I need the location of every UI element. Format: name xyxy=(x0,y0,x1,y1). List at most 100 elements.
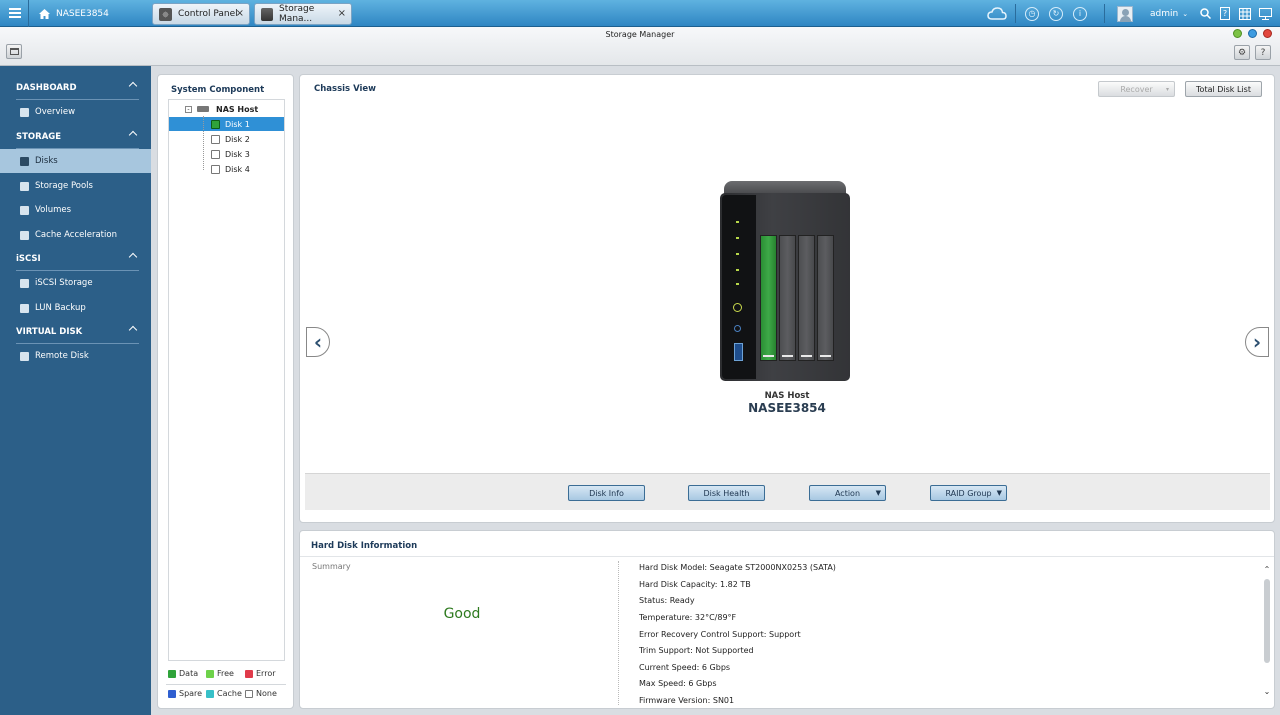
scroll-up-icon[interactable]: ⌃ xyxy=(1262,565,1272,575)
cache-icon xyxy=(20,230,29,240)
disk-health-button[interactable]: Disk Health xyxy=(688,485,765,501)
overview-icon xyxy=(20,107,29,117)
gear-icon xyxy=(159,7,172,21)
sidebar-item-remote-disk[interactable]: Remote Disk xyxy=(0,344,151,368)
status-led xyxy=(736,221,739,223)
cloud-button[interactable] xyxy=(987,0,1007,27)
maximize-button[interactable] xyxy=(1248,29,1257,38)
language-button[interactable] xyxy=(1239,0,1251,27)
next-device-button[interactable]: › xyxy=(1245,327,1269,357)
scrollbar-thumb[interactable] xyxy=(1264,579,1270,663)
info-max-speed: Max Speed: 6 Gbps xyxy=(639,679,717,688)
close-window-button[interactable] xyxy=(1263,29,1272,38)
search-icon xyxy=(1200,8,1211,19)
info-scrollbar[interactable]: ⌃ ⌄ xyxy=(1262,565,1272,700)
collapse-icon xyxy=(128,130,138,140)
disk-icon xyxy=(211,134,220,144)
tab-control-panel[interactable]: Control Panel × xyxy=(152,3,250,25)
cloud-icon xyxy=(987,7,1007,20)
tab-label: Storage Mana... xyxy=(279,4,315,24)
raid-group-dropdown[interactable]: RAID Group ▼ xyxy=(930,485,1007,501)
tree-node-label: Disk 3 xyxy=(225,149,250,159)
action-dropdown[interactable]: Action ▼ xyxy=(809,485,886,501)
dashboard-button[interactable] xyxy=(1259,0,1272,27)
user-menu[interactable]: admin ⌄ xyxy=(1150,0,1188,27)
info-button[interactable]: i xyxy=(1073,0,1087,27)
legend-label: Cache xyxy=(217,689,242,698)
storage-icon xyxy=(261,7,274,21)
title-divider xyxy=(300,556,1274,557)
chevron-down-icon: ⌄ xyxy=(1182,9,1189,18)
sidebar-item-label: LUN Backup xyxy=(35,303,86,313)
total-disk-list-button[interactable]: Total Disk List xyxy=(1185,81,1262,97)
sidebar-item-overview[interactable]: Overview xyxy=(0,100,151,124)
legend-spare: Spare xyxy=(168,689,202,698)
status-led xyxy=(736,253,739,255)
disk-bay-4[interactable] xyxy=(817,235,834,361)
legend-label: None xyxy=(256,689,277,698)
nas-device-image[interactable] xyxy=(720,181,850,381)
disk-bay-3[interactable] xyxy=(798,235,815,361)
sidebar-section-storage[interactable]: STORAGE xyxy=(16,125,139,149)
home-button[interactable]: NASEE3854 xyxy=(31,0,147,27)
search-button[interactable] xyxy=(1200,0,1211,27)
disk-icon xyxy=(211,164,220,174)
sidebar-section-iscsi[interactable]: iSCSI xyxy=(16,247,139,271)
gear-icon: ⚙ xyxy=(1237,47,1247,58)
bay-handle xyxy=(782,355,793,357)
main-menu-button[interactable] xyxy=(0,0,29,27)
sidebar-item-label: Cache Acceleration xyxy=(35,230,117,240)
tree-node-disk-2[interactable]: Disk 2 xyxy=(169,132,284,146)
disk-icon xyxy=(211,119,220,129)
help-button[interactable]: ? xyxy=(1220,0,1230,27)
sync-button[interactable]: ↻ xyxy=(1049,0,1063,27)
collapse-toggle-icon[interactable]: - xyxy=(185,105,192,113)
tree-node-disk-3[interactable]: Disk 3 xyxy=(169,147,284,161)
sidebar-item-storage-pools[interactable]: Storage Pools xyxy=(0,174,151,198)
disk-info-button[interactable]: Disk Info xyxy=(568,485,645,501)
status-led xyxy=(736,237,739,239)
user-avatar[interactable] xyxy=(1117,0,1133,27)
sidebar-item-iscsi-storage[interactable]: iSCSI Storage xyxy=(0,271,151,295)
tree-node-disk-4[interactable]: Disk 4 xyxy=(169,162,284,176)
disk-cache-icon xyxy=(206,689,214,698)
sidebar-section-dashboard[interactable]: DASHBOARD xyxy=(16,76,139,100)
disk-data-icon xyxy=(168,669,176,678)
info-status: Status: Ready xyxy=(639,596,695,605)
button-label: Disk Health xyxy=(703,488,750,498)
close-tab-icon[interactable]: × xyxy=(338,8,346,19)
previous-device-button[interactable]: ‹ xyxy=(306,327,330,357)
collapse-icon xyxy=(128,81,138,91)
sidebar-section-virtual-disk[interactable]: VIRTUAL DISK xyxy=(16,320,139,344)
scroll-down-icon[interactable]: ⌄ xyxy=(1262,687,1272,697)
background-task-button[interactable]: ◷ xyxy=(1025,0,1039,27)
sidebar-item-cache-acceleration[interactable]: Cache Acceleration xyxy=(0,223,151,247)
disk-bay-2[interactable] xyxy=(779,235,796,361)
sidebar-item-disks[interactable]: Disks xyxy=(0,149,151,173)
iscsi-icon xyxy=(20,278,29,288)
remote-disk-icon xyxy=(20,351,29,361)
settings-button[interactable]: ⚙ xyxy=(1234,45,1250,60)
help-window-button[interactable]: ? xyxy=(1255,45,1271,60)
disk-bay-1[interactable] xyxy=(760,235,777,361)
toggle-sidebar-button[interactable] xyxy=(6,44,22,59)
sidebar-item-volumes[interactable]: Volumes xyxy=(0,198,151,222)
sidebar: DASHBOARD Overview STORAGE Disks Storage… xyxy=(0,66,151,715)
legend-label: Free xyxy=(217,669,234,678)
tree-node-nas-host[interactable]: - NAS Host xyxy=(169,102,284,116)
disk-spare-icon xyxy=(168,689,176,698)
sidebar-item-lun-backup[interactable]: LUN Backup xyxy=(0,296,151,320)
recover-button[interactable]: Recover ▾ xyxy=(1098,81,1175,97)
minimize-button[interactable] xyxy=(1233,29,1242,38)
collapse-icon xyxy=(128,252,138,262)
component-tree: - NAS Host Disk 1 Disk 2 Disk 3 Disk 4 xyxy=(168,99,285,661)
close-tab-icon[interactable]: × xyxy=(236,8,244,19)
tree-node-disk-1[interactable]: Disk 1 xyxy=(169,117,284,131)
clock-icon: ◷ xyxy=(1025,6,1039,21)
sync-icon: ↻ xyxy=(1049,6,1063,21)
tab-storage-manager[interactable]: Storage Mana... × xyxy=(254,3,352,25)
summary-label: Summary xyxy=(312,562,351,571)
collapse-icon xyxy=(128,325,138,335)
info-capacity: Hard Disk Capacity: 1.82 TB xyxy=(639,580,751,589)
device-name: NASEE3854 xyxy=(748,401,826,415)
